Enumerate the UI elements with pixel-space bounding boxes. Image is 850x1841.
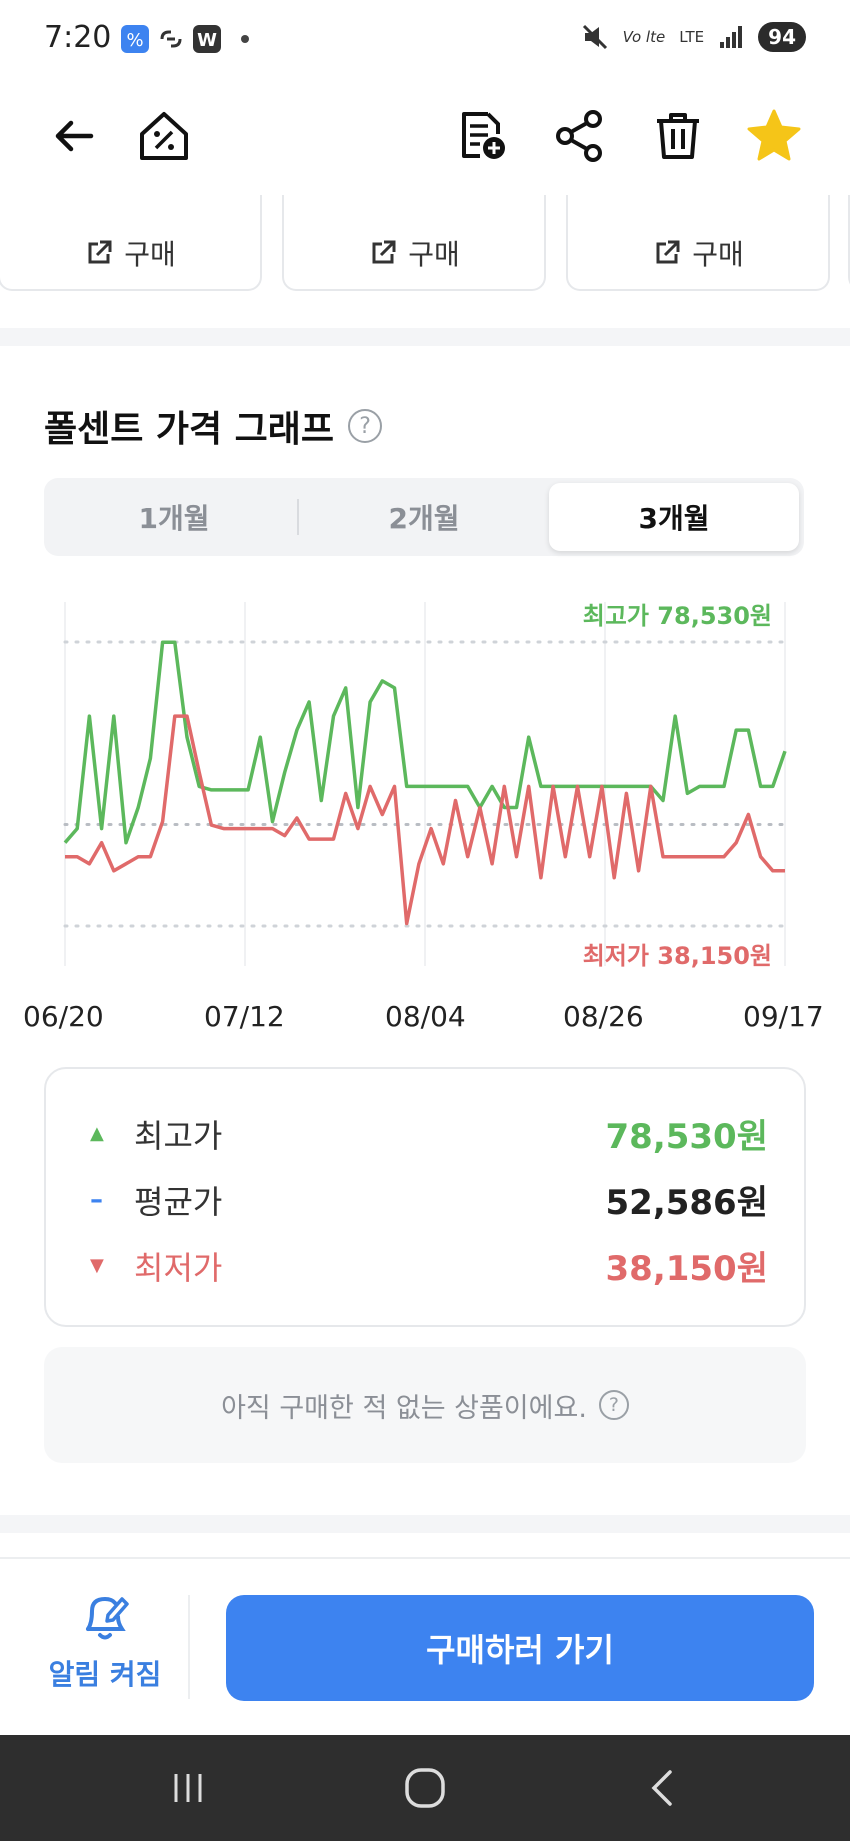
buy-label: 구매 [124, 238, 176, 271]
link-icon [160, 30, 182, 48]
battery-indicator: 94 [758, 22, 806, 52]
help-icon[interactable]: ? [598, 1390, 629, 1420]
summary-min-label: 최저가 [134, 1248, 223, 1287]
alarm-toggle[interactable]: 알림 켜짐 [30, 1589, 180, 1709]
x-tick-label: 08/26 [563, 1000, 644, 1033]
home-button[interactable] [128, 100, 200, 172]
buy-button[interactable]: 구매 [0, 233, 260, 273]
buy-button[interactable]: 구매 [284, 233, 544, 273]
graph-title-text: 폴센트 가격 그래프 [44, 409, 335, 450]
home-circle-icon [405, 1768, 445, 1808]
triangle-down-icon: ▼ [90, 1255, 104, 1276]
buy-label: 구매 [692, 238, 744, 271]
summary-max-label: 최고가 [134, 1116, 223, 1155]
summary-avg-row: – 평균가 52,586원 [90, 1175, 768, 1224]
dot-icon [241, 35, 249, 43]
store-card: 구매 [0, 195, 262, 291]
delete-button[interactable] [642, 100, 714, 172]
purchase-notice: 아직 구매한 적 없는 상품이에요. ? [44, 1347, 806, 1463]
x-tick-label: 07/12 [204, 1000, 285, 1033]
x-tick-label: 06/20 [23, 1000, 104, 1033]
add-to-list-button[interactable] [446, 100, 518, 172]
x-tick-label: 09/17 [743, 1000, 824, 1033]
buy-button[interactable]: 구매 [568, 233, 828, 273]
store-cards-strip: 구매 구매 구매 [0, 195, 850, 295]
bottom-divider [188, 1595, 190, 1699]
network-type: LTE [679, 28, 705, 46]
tab-3-months[interactable]: 3개월 [549, 483, 799, 551]
buy-label: 구매 [408, 238, 460, 271]
status-time: 7:20 [44, 20, 112, 55]
summary-avg-value: 52,586원 [605, 1183, 768, 1223]
mute-icon [582, 24, 607, 50]
back-button[interactable] [38, 100, 110, 172]
svg-text:%: % [126, 30, 143, 51]
star-icon [747, 109, 801, 161]
external-link-icon [372, 240, 396, 264]
volte-icon: Vo lte [622, 28, 666, 46]
go-buy-button[interactable]: 구매하러 가기 [226, 1595, 814, 1701]
triangle-up-icon: ▲ [90, 1123, 104, 1144]
chevron-left-icon [651, 1770, 672, 1806]
recent-apps-button[interactable] [128, 1735, 248, 1841]
summary-min-value: 38,150원 [605, 1249, 768, 1289]
home-percent-icon [140, 112, 188, 160]
recent-apps-icon [174, 1774, 202, 1802]
add-to-list-icon [462, 112, 505, 159]
price-summary-card: ▲ 최고가 78,530원 – 평균가 52,586원 ▼ 최저가 38,150… [44, 1067, 806, 1327]
summary-max-value: 78,530원 [605, 1117, 768, 1157]
bottom-action-bar: 알림 켜짐 구매하러 가기 [0, 1557, 850, 1735]
period-tabs: 1개월 2개월 3개월 [44, 478, 804, 556]
alarm-label: 알림 켜짐 [48, 1658, 162, 1691]
external-link-icon [88, 240, 112, 264]
store-card: 구매 [566, 195, 830, 291]
notice-text: 아직 구매한 적 없는 상품이에요. [221, 1392, 587, 1424]
graph-title: 폴센트 가격 그래프 ? [44, 400, 383, 452]
price-chart [63, 602, 787, 966]
chart-min-label: 최저가 38,150원 [582, 942, 772, 970]
trash-icon [657, 113, 699, 159]
store-card: 구매 [282, 195, 546, 291]
percent-app-icon: % [121, 25, 149, 53]
app-bar [0, 100, 850, 180]
x-tick-label: 08/04 [385, 1000, 466, 1033]
summary-min-row: ▼ 최저가 38,150원 [90, 1241, 768, 1290]
home-nav-button[interactable] [365, 1735, 485, 1841]
status-bar: 7:20 % W Vo lte LTE 94 [0, 0, 850, 80]
favorite-button[interactable] [738, 100, 810, 172]
back-nav-button[interactable] [602, 1735, 722, 1841]
bell-edit-icon [86, 1596, 129, 1640]
signal-icon [720, 26, 743, 48]
section-divider [0, 328, 850, 346]
system-nav-bar [0, 1735, 850, 1841]
section-divider [0, 1515, 850, 1533]
dash-icon: – [90, 1184, 103, 1215]
tab-1-month[interactable]: 1개월 [49, 483, 299, 551]
summary-max-row: ▲ 최고가 78,530원 [90, 1109, 768, 1158]
w-app-icon: W [193, 25, 221, 53]
back-arrow-icon [55, 120, 94, 152]
help-icon[interactable]: ? [348, 409, 383, 443]
summary-avg-label: 평균가 [134, 1182, 223, 1221]
share-icon [556, 110, 602, 162]
svg-text:W: W [197, 30, 217, 51]
share-button[interactable] [544, 100, 616, 172]
external-link-icon [656, 240, 680, 264]
tab-2-months[interactable]: 2개월 [299, 483, 549, 551]
